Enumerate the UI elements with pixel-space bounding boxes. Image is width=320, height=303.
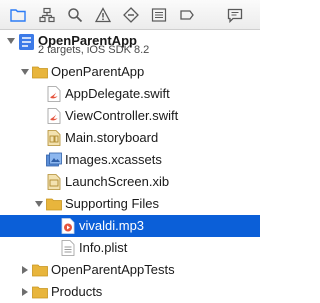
folder-icon: [32, 66, 48, 79]
folder-icon: [32, 286, 48, 299]
tree-item-label: Supporting Files: [65, 196, 159, 211]
hierarchy-icon[interactable]: [36, 5, 58, 25]
list-icon[interactable]: [148, 5, 170, 25]
file-launchscreen-xib[interactable]: LaunchScreen.xib: [0, 171, 260, 193]
swift-file-icon: [47, 108, 61, 124]
disclosure-expanded-icon[interactable]: [34, 199, 44, 209]
asset-catalog-icon: [46, 152, 62, 167]
tree-item-label: AppDelegate.swift: [65, 86, 170, 101]
xcode-project-icon: [19, 34, 34, 50]
tag-icon[interactable]: [176, 5, 198, 25]
tree-item-label: OpenParentAppTests: [51, 262, 175, 277]
disclosure-expanded-icon[interactable]: [20, 67, 30, 77]
audio-file-icon: [61, 218, 75, 234]
group-products[interactable]: Products: [0, 281, 260, 303]
warning-icon[interactable]: [92, 5, 114, 25]
project-subtitle: 2 targets, iOS SDK 8.2: [38, 44, 150, 56]
disclosure-expanded-icon[interactable]: [6, 36, 16, 46]
folder-icon: [32, 264, 48, 277]
xib-file-icon: [47, 174, 61, 190]
tree-item-label: Products: [51, 284, 103, 299]
swift-file-icon: [47, 86, 61, 102]
tree-item-label: Images.xcassets: [65, 152, 162, 167]
tree-item-label: OpenParentApp: [51, 64, 145, 79]
tree-item-label: LaunchScreen.xib: [65, 174, 170, 189]
tree-item-label: ViewController.swift: [65, 108, 179, 123]
disclosure-collapsed-icon[interactable]: [20, 287, 30, 297]
folder-icon: [46, 198, 62, 211]
tree-item-label: Main.storyboard: [65, 130, 159, 145]
file-main-storyboard[interactable]: Main.storyboard: [0, 127, 260, 149]
group-supporting-files[interactable]: Supporting Files: [0, 193, 260, 215]
search-icon[interactable]: [64, 5, 86, 25]
group-openparentapp[interactable]: OpenParentApp: [0, 61, 260, 83]
group-openparentapptests[interactable]: OpenParentAppTests: [0, 259, 260, 281]
file-viewcontroller[interactable]: ViewController.swift: [0, 105, 260, 127]
diamond-icon[interactable]: [120, 5, 142, 25]
file-images-xcassets[interactable]: Images.xcassets: [0, 149, 260, 171]
file-vivaldi-mp3[interactable]: vivaldi.mp3: [0, 215, 260, 237]
plist-file-icon: [61, 240, 75, 256]
comment-icon[interactable]: [224, 5, 246, 25]
storyboard-file-icon: [47, 130, 61, 146]
tree-item-label: vivaldi.mp3: [79, 218, 145, 233]
tree-item-label: Info.plist: [79, 240, 128, 255]
file-info-plist[interactable]: Info.plist: [0, 237, 260, 259]
file-appdelegate[interactable]: AppDelegate.swift: [0, 83, 260, 105]
navigator-toolbar: [0, 0, 260, 30]
folder-icon[interactable]: [7, 5, 29, 25]
